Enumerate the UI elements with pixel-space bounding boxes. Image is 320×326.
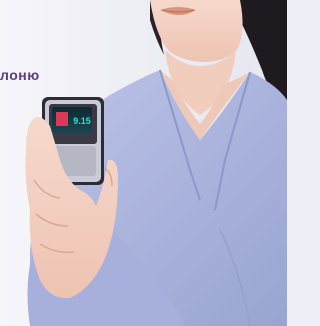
photo-scene: 9.15 лоню [0,0,287,326]
woman-holding-device-photo: 9.15 [0,0,287,326]
device-screen-readout: 9.15 [73,116,91,126]
caption-text: лоню [0,67,40,83]
